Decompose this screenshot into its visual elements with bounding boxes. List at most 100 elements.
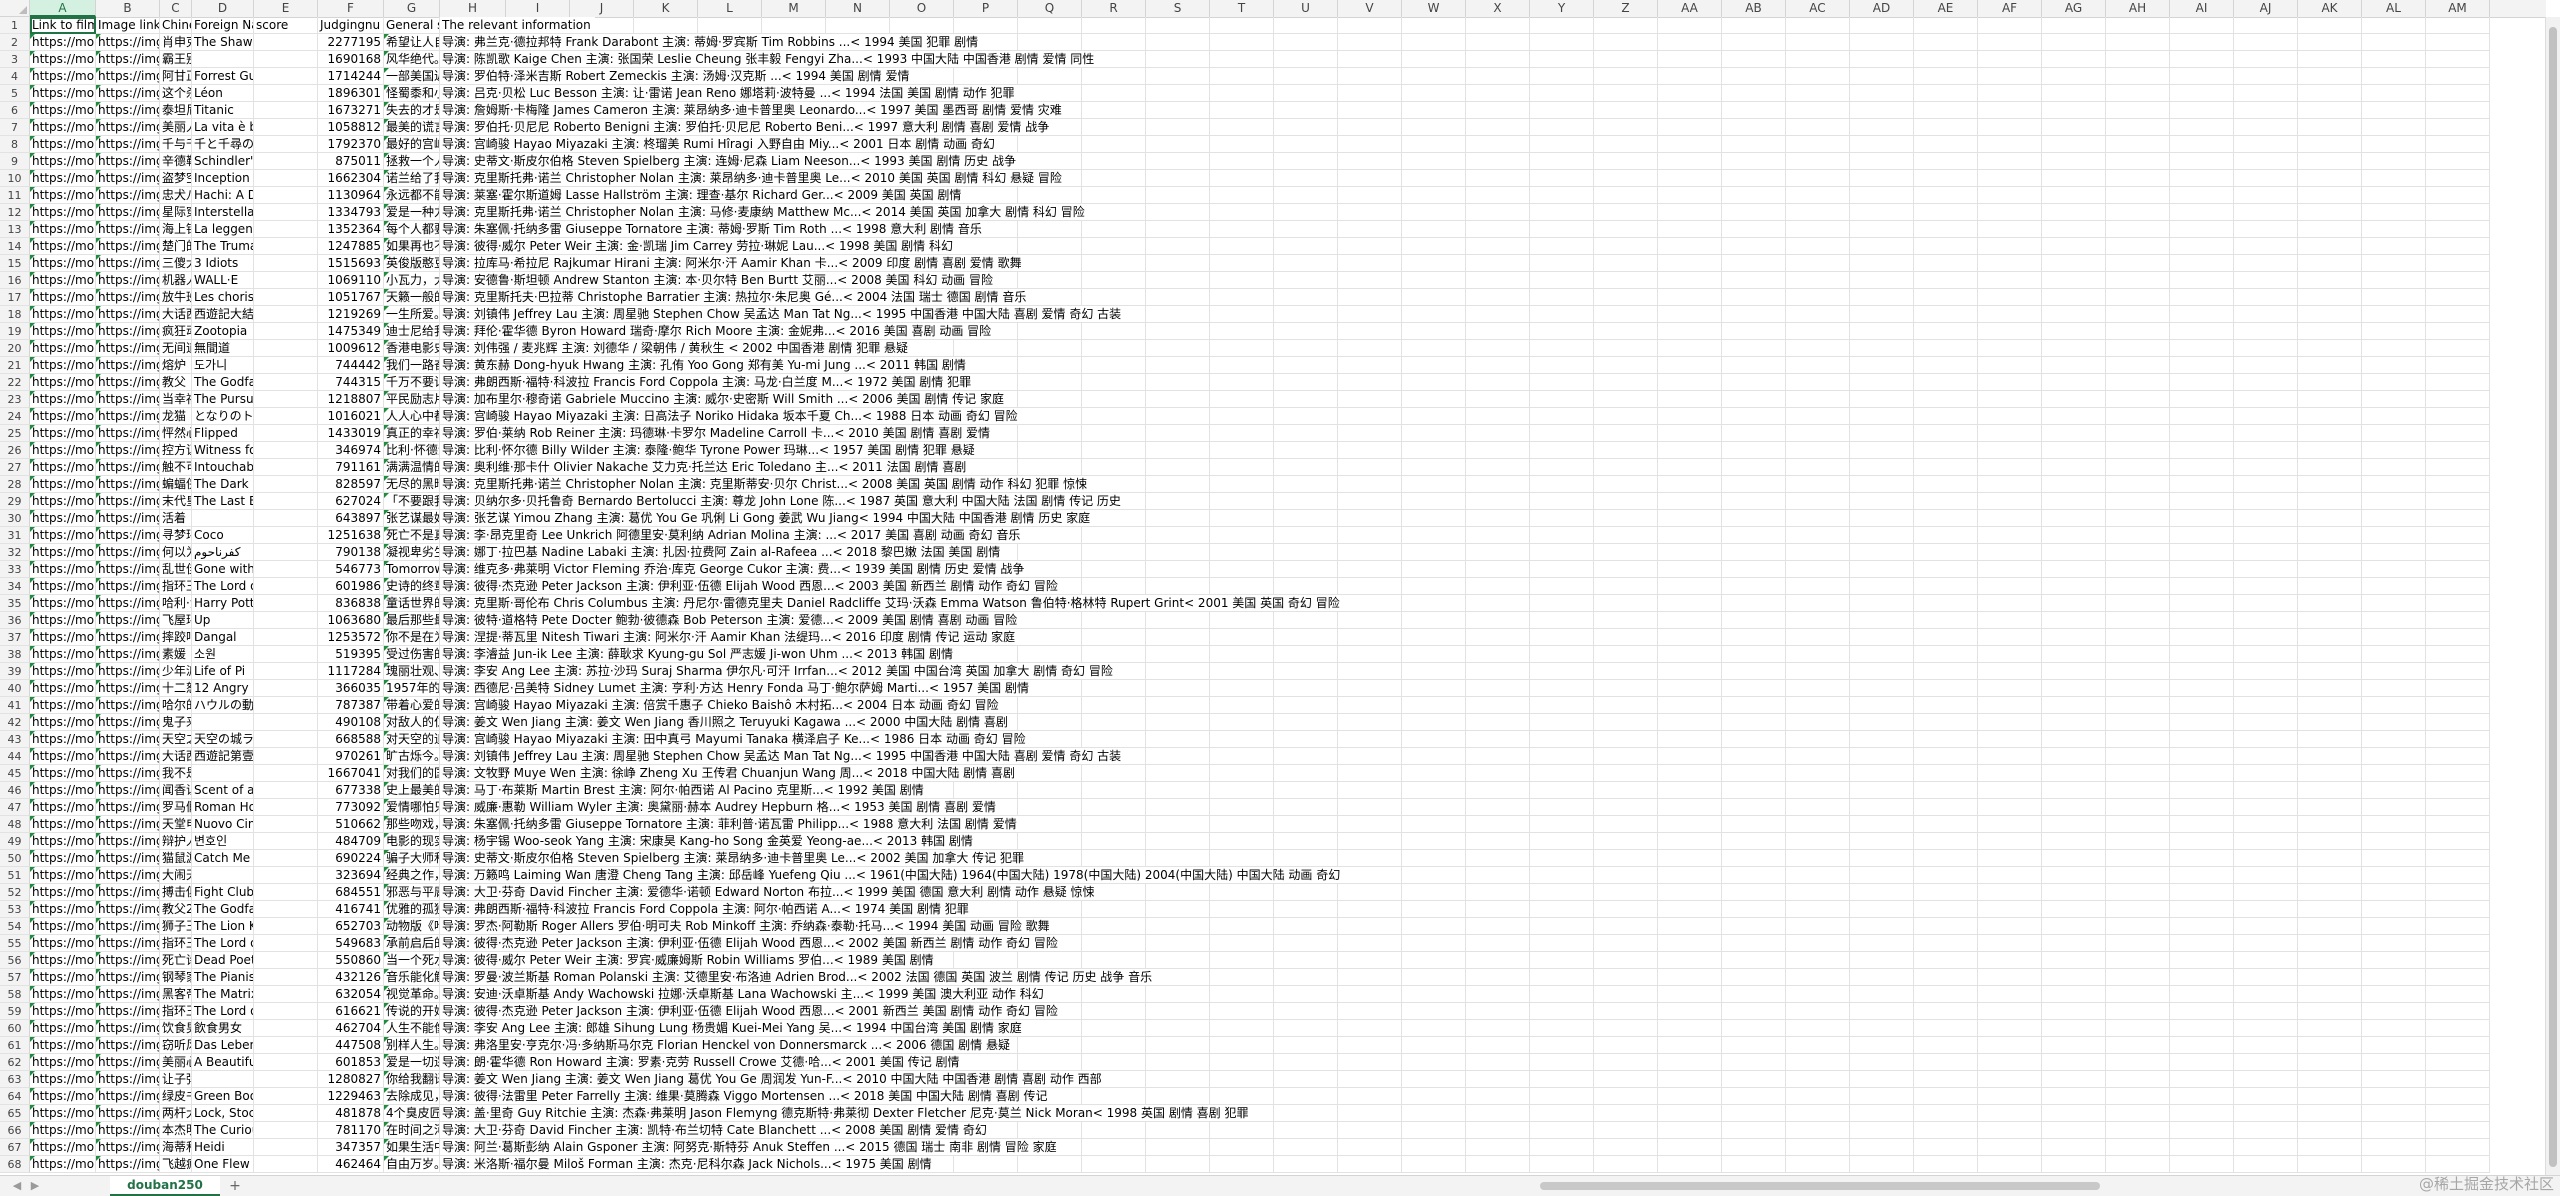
empty-cell[interactable] — [1658, 17, 1722, 34]
cell-G[interactable]: 凝视卑劣生活 — [384, 544, 440, 561]
empty-cell[interactable] — [2362, 408, 2426, 425]
cell-C[interactable]: 无间道 — [160, 340, 192, 357]
empty-cell[interactable] — [2426, 799, 2490, 816]
empty-cell[interactable] — [2234, 272, 2298, 289]
cell-D[interactable]: The Shawshank Redemption — [192, 34, 254, 51]
row-header-62[interactable]: 62 — [0, 1054, 30, 1071]
horizontal-scrollbar[interactable] — [1540, 1180, 2520, 1192]
empty-cell[interactable] — [1402, 102, 1466, 119]
empty-cell[interactable] — [1658, 646, 1722, 663]
empty-cell[interactable] — [1210, 714, 1274, 731]
cell-F[interactable]: 668588 — [318, 731, 384, 748]
empty-cell[interactable] — [2170, 17, 2234, 34]
empty-cell[interactable] — [1594, 340, 1658, 357]
empty-cell[interactable] — [2170, 476, 2234, 493]
column-header-H[interactable]: H — [440, 0, 506, 17]
empty-cell[interactable] — [1082, 425, 1146, 442]
empty-cell[interactable] — [1658, 1139, 1722, 1156]
empty-cell[interactable] — [1210, 340, 1274, 357]
empty-cell[interactable] — [1274, 816, 1338, 833]
empty-cell[interactable] — [1530, 51, 1594, 68]
empty-cell[interactable] — [1786, 1037, 1850, 1054]
empty-cell[interactable] — [1594, 969, 1658, 986]
cell-A[interactable]: https://mo — [30, 34, 96, 51]
empty-cell[interactable] — [1978, 1156, 2042, 1173]
cell-E[interactable] — [254, 969, 318, 986]
empty-cell[interactable] — [2426, 187, 2490, 204]
empty-cell[interactable] — [1146, 289, 1210, 306]
cell-H[interactable]: 导演: 彼得·杰克逊 Peter Jackson 主演: 伊利亚·伍德 Elij… — [440, 1003, 1062, 1020]
cell-H[interactable]: 导演: 朱塞佩·托纳多雷 Giuseppe Tornatore 主演: 蒂姆·罗… — [440, 221, 986, 238]
empty-cell[interactable] — [1466, 850, 1530, 867]
row-header-38[interactable]: 38 — [0, 646, 30, 663]
empty-cell[interactable] — [2362, 714, 2426, 731]
empty-cell[interactable] — [1530, 238, 1594, 255]
empty-cell[interactable] — [2298, 85, 2362, 102]
cell-C[interactable]: 蝙蝠侠：黑暗骑士 — [160, 476, 192, 493]
empty-cell[interactable] — [2106, 680, 2170, 697]
empty-cell[interactable] — [1850, 612, 1914, 629]
cell-D[interactable]: One Flew Over the — [192, 1156, 254, 1173]
empty-cell[interactable] — [1594, 391, 1658, 408]
empty-cell[interactable] — [1210, 850, 1274, 867]
cell-A[interactable]: https://mo — [30, 221, 96, 238]
empty-cell[interactable] — [1530, 493, 1594, 510]
cell-G[interactable]: 对天空的追逐 — [384, 731, 440, 748]
empty-cell[interactable] — [2170, 1139, 2234, 1156]
empty-cell[interactable] — [2362, 153, 2426, 170]
empty-cell[interactable] — [1146, 833, 1210, 850]
cell-E[interactable] — [254, 561, 318, 578]
empty-cell[interactable] — [1594, 612, 1658, 629]
empty-cell[interactable] — [1466, 17, 1530, 34]
empty-cell[interactable] — [2106, 884, 2170, 901]
empty-cell[interactable] — [1082, 731, 1146, 748]
empty-cell[interactable] — [1530, 1037, 1594, 1054]
empty-cell[interactable] — [1722, 918, 1786, 935]
row-header-23[interactable]: 23 — [0, 391, 30, 408]
cell-B[interactable]: https://img — [96, 442, 160, 459]
row-header-34[interactable]: 34 — [0, 578, 30, 595]
cell-A[interactable]: https://mo — [30, 289, 96, 306]
empty-cell[interactable] — [1594, 901, 1658, 918]
empty-cell[interactable] — [2042, 459, 2106, 476]
empty-cell[interactable] — [1658, 1122, 1722, 1139]
empty-cell[interactable] — [1594, 510, 1658, 527]
empty-cell[interactable] — [1722, 425, 1786, 442]
cell-D[interactable]: Intouchables — [192, 459, 254, 476]
empty-cell[interactable] — [1594, 204, 1658, 221]
empty-cell[interactable] — [1850, 1088, 1914, 1105]
empty-cell[interactable] — [2362, 952, 2426, 969]
empty-cell[interactable] — [2106, 935, 2170, 952]
empty-cell[interactable] — [1466, 425, 1530, 442]
cell-A[interactable]: https://mo — [30, 1054, 96, 1071]
cell-D[interactable]: كفرناحوم — [192, 544, 254, 561]
cell-G[interactable]: 真正的幸福是 — [384, 425, 440, 442]
empty-cell[interactable] — [1658, 867, 1722, 884]
empty-cell[interactable] — [1594, 629, 1658, 646]
column-header-G[interactable]: G — [384, 0, 440, 17]
empty-cell[interactable] — [1850, 459, 1914, 476]
cell-A[interactable]: https://mo — [30, 731, 96, 748]
cell-C[interactable]: 饮食男女 — [160, 1020, 192, 1037]
cell-E[interactable] — [254, 765, 318, 782]
cell-H[interactable]: 导演: 拉库马·希拉尼 Rajkumar Hirani 主演: 阿米尔·汗 Aa… — [440, 255, 1026, 272]
empty-cell[interactable] — [1530, 799, 1594, 816]
cell-C[interactable]: 鬼子来了 — [160, 714, 192, 731]
empty-cell[interactable] — [2298, 680, 2362, 697]
empty-cell[interactable] — [1978, 17, 2042, 34]
empty-cell[interactable] — [2234, 119, 2298, 136]
row-header-17[interactable]: 17 — [0, 289, 30, 306]
cell-G[interactable]: 承前启后的史 — [384, 935, 440, 952]
empty-cell[interactable] — [1658, 1071, 1722, 1088]
cell-F[interactable]: 601853 — [318, 1054, 384, 1071]
empty-cell[interactable] — [1914, 187, 1978, 204]
empty-cell[interactable] — [1338, 68, 1402, 85]
empty-cell[interactable] — [1274, 51, 1338, 68]
cell-A[interactable]: https://mo — [30, 306, 96, 323]
cell-E[interactable] — [254, 663, 318, 680]
empty-cell[interactable] — [1786, 510, 1850, 527]
empty-cell[interactable] — [2106, 17, 2170, 34]
cell-G[interactable]: 带着心爱的人 — [384, 697, 440, 714]
empty-cell[interactable] — [2234, 306, 2298, 323]
empty-cell[interactable] — [1338, 595, 1402, 612]
